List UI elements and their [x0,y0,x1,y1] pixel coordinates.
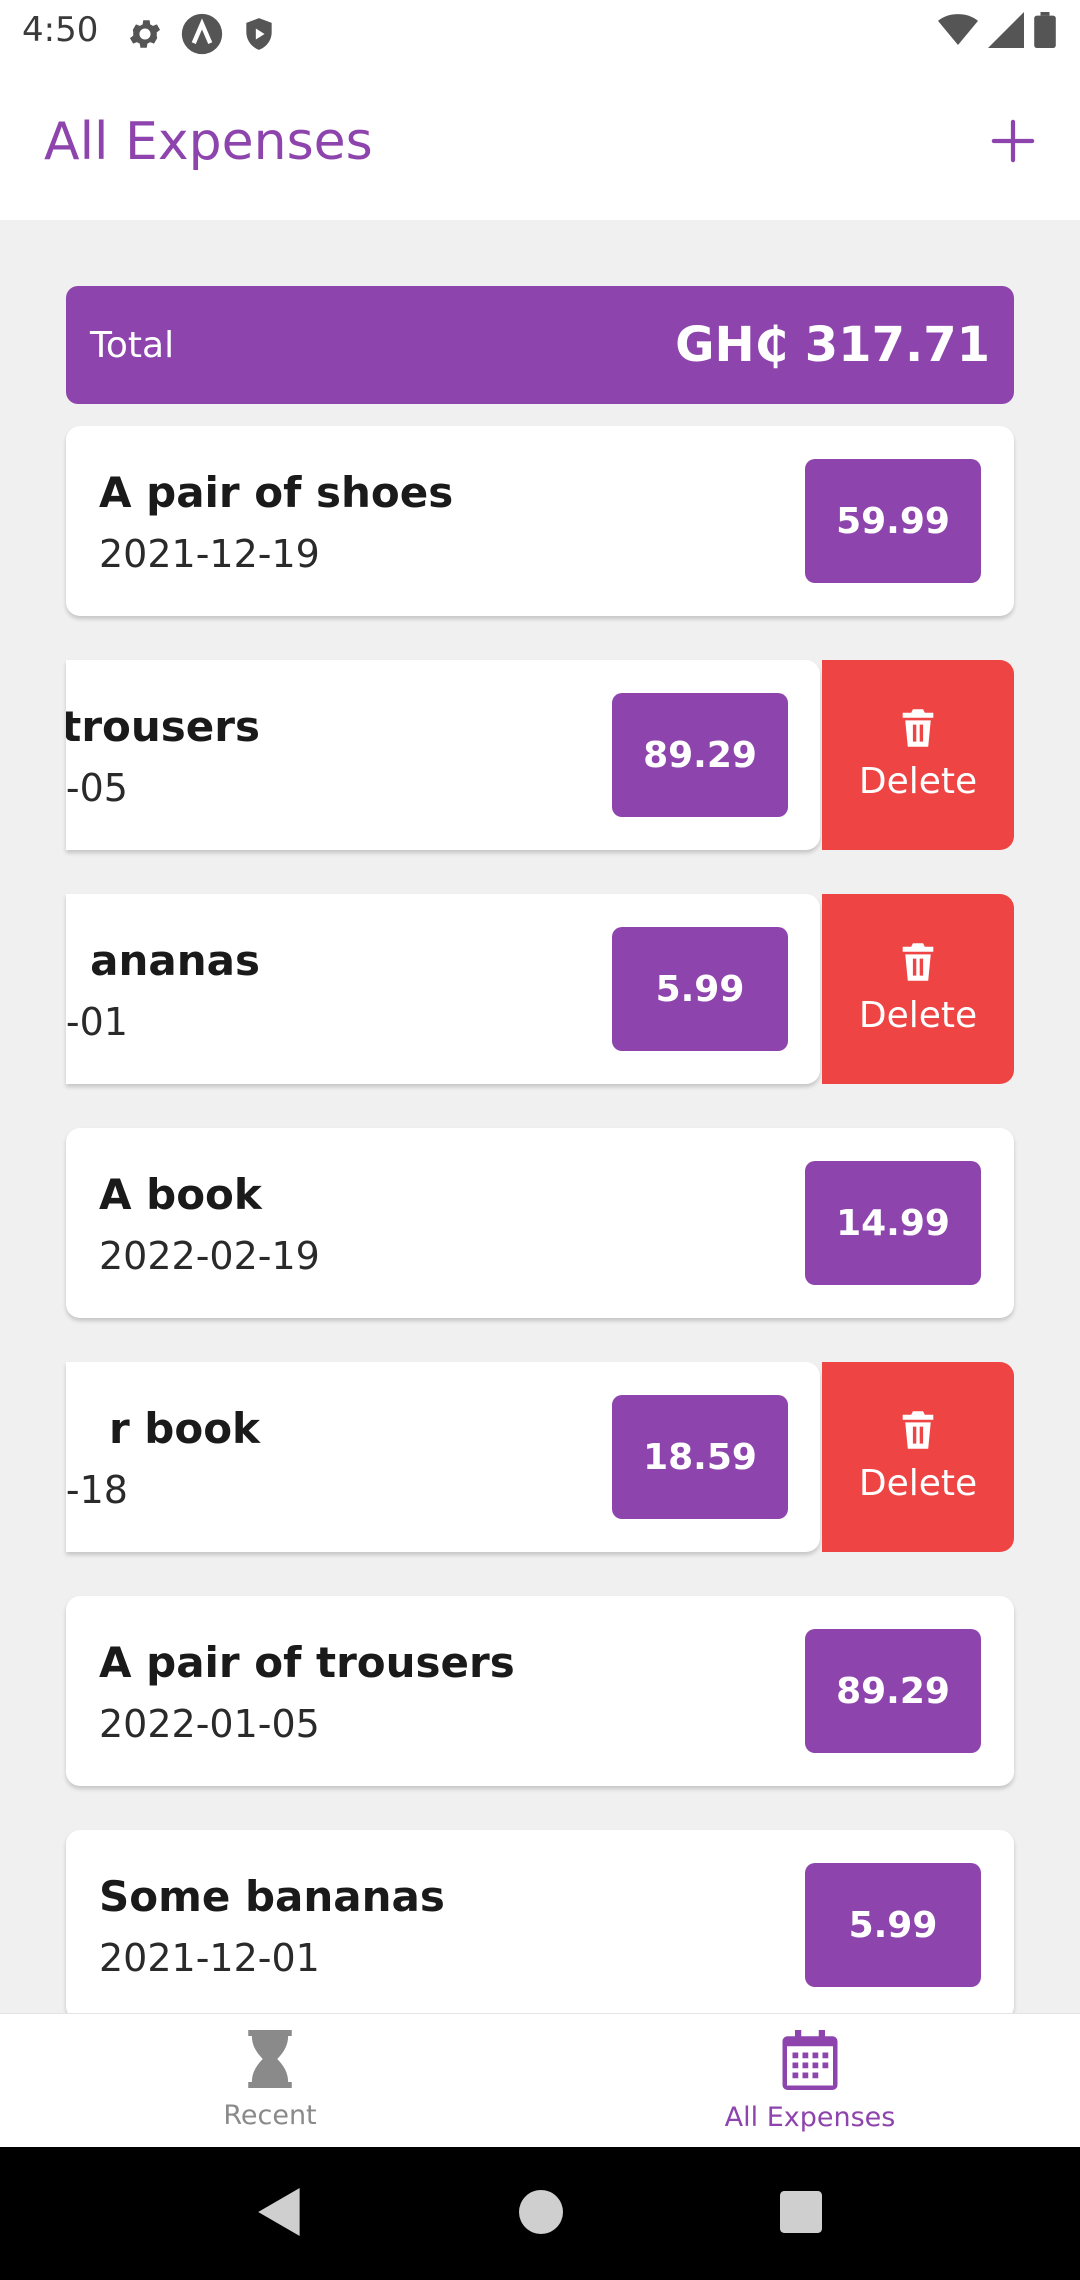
trash-icon [901,942,935,985]
expense-card[interactable]: ananas -01 5.99 [66,894,820,1084]
expense-card[interactable]: A pair of shoes 2021-12-19 59.99 [66,426,1014,616]
tab-recent[interactable]: Recent [0,2014,540,2148]
add-expense-button[interactable] [978,108,1048,178]
expense-item[interactable]: ananas -01 5.99 Delete [66,894,1014,1084]
expense-item[interactable]: A pair of shoes 2021-12-19 59.99 [66,426,1014,616]
status-time: 4:50 [22,10,99,50]
expense-date: -01 [66,1000,128,1044]
android-icon [180,12,224,60]
expense-card[interactable]: f trousers -05 89.29 [66,660,820,850]
page-title: All Expenses [44,112,373,172]
hourglass-icon [245,2030,295,2092]
calendar-icon [779,2030,841,2094]
signal-icon [988,12,1024,52]
gear-icon [126,15,164,57]
wifi-icon [938,12,978,52]
expense-card[interactable]: A book 2022-02-19 14.99 [66,1128,1014,1318]
tab-recent-label: Recent [223,2100,317,2131]
expense-item[interactable]: A book 2022-02-19 14.99 [66,1128,1014,1318]
overview-icon[interactable] [779,2190,822,2237]
expense-description: A pair of shoes [99,468,454,517]
expense-item[interactable]: f trousers -05 89.29 Delete [66,660,1014,850]
expense-description: A book [99,1170,262,1219]
total-amount: GH₵ 317.71 [675,317,990,373]
expense-item[interactable]: r book -18 18.59 Delete [66,1362,1014,1552]
expense-card[interactable]: Some bananas 2021-12-01 5.99 [66,1830,1014,2013]
trash-icon [901,708,935,751]
expense-date: 2021-12-19 [99,532,320,576]
expense-card[interactable]: A pair of trousers 2022-01-05 89.29 [66,1596,1014,1786]
expense-date: 2022-01-05 [99,1702,320,1746]
expense-description: r book [108,1404,260,1453]
system-nav-bar [0,2147,1080,2280]
tab-all-expenses-label: All Expenses [724,2102,896,2133]
back-icon[interactable] [258,2187,302,2240]
expense-amount: 5.99 [612,927,788,1051]
expense-card[interactable]: r book -18 18.59 [66,1362,820,1552]
expense-item[interactable]: Some bananas 2021-12-01 5.99 [66,1830,1014,2013]
status-bar: 4:50 [0,0,1080,66]
expense-amount: 14.99 [805,1161,981,1285]
expense-amount: 18.59 [612,1395,788,1519]
trash-icon [901,1410,935,1453]
expense-amount: 5.99 [805,1863,981,1987]
home-icon[interactable] [518,2189,563,2238]
total-label: Total [90,324,175,366]
expense-description: f trousers [66,702,260,751]
shield-play-icon [240,15,278,57]
expense-amount: 59.99 [805,459,981,583]
bottom-tab-bar: Recent All Expenses [0,2013,1080,2147]
expenses-summary: Total GH₵ 317.71 [66,286,1014,404]
expense-description: Some bananas [99,1872,445,1921]
expense-description: A pair of trousers [99,1638,515,1687]
expense-date: -05 [66,766,128,810]
expense-date: 2021-12-01 [99,1936,320,1980]
expense-date: -18 [66,1468,128,1512]
expense-amount: 89.29 [805,1629,981,1753]
expense-description: ananas [90,936,260,985]
delete-label: Delete [858,760,978,802]
delete-button[interactable]: Delete [822,894,1014,1084]
delete-label: Delete [858,994,978,1036]
app-header: All Expenses [0,66,1080,220]
status-icons-right [938,12,1056,52]
status-icons-left [126,12,278,60]
delete-label: Delete [858,1462,978,1504]
plus-icon [990,118,1036,168]
delete-button[interactable]: Delete [822,660,1014,850]
expense-amount: 89.29 [612,693,788,817]
tab-all-expenses[interactable]: All Expenses [540,2014,1080,2148]
delete-button[interactable]: Delete [822,1362,1014,1552]
expense-date: 2022-02-19 [99,1234,320,1278]
expenses-list[interactable]: Total GH₵ 317.71 A pair of shoes 2021-12… [0,220,1080,2013]
expense-item[interactable]: A pair of trousers 2022-01-05 89.29 [66,1596,1014,1786]
battery-icon [1034,12,1056,52]
